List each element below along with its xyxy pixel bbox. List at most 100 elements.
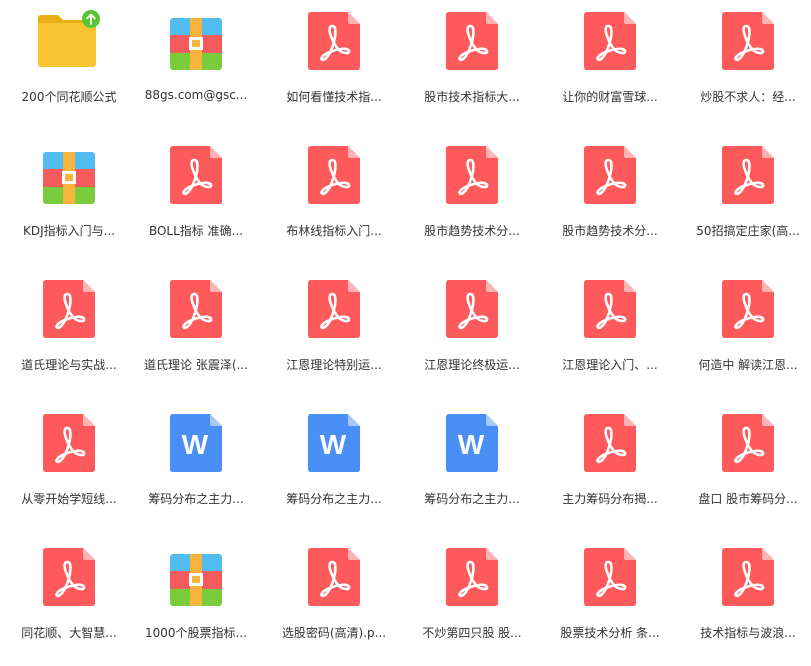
file-item[interactable]: 道氏理论与实战...	[0, 268, 138, 398]
file-item[interactable]: BOLL指标 准确...	[127, 134, 265, 264]
pdf-icon	[403, 280, 541, 338]
file-item[interactable]: 如何看懂技术指...	[265, 0, 403, 130]
zip-icon	[43, 152, 95, 204]
file-item[interactable]: 主力筹码分布揭...	[541, 402, 679, 532]
file-name: 江恩理论特别运...	[286, 358, 382, 372]
pdf-icon	[722, 414, 774, 472]
file-item[interactable]: 何造中 解读江恩...	[679, 268, 811, 398]
file-item[interactable]: 股市趋势技术分...	[403, 134, 541, 264]
file-name: 如何看懂技术指...	[286, 90, 382, 104]
pdf-icon	[170, 280, 222, 338]
pdf-icon	[308, 548, 360, 606]
pdf-icon	[43, 414, 95, 472]
file-item[interactable]: 布林线指标入门...	[265, 134, 403, 264]
file-name: 技术指标与波浪...	[700, 626, 796, 640]
file-item[interactable]: 88gs.com@gsc...	[127, 0, 265, 130]
pdf-icon	[584, 280, 636, 338]
pdf-icon	[679, 280, 811, 338]
pdf-icon	[584, 414, 636, 472]
file-item[interactable]: 从零开始学短线...	[0, 402, 138, 532]
file-item[interactable]: 股票技术分析 条...	[541, 536, 679, 666]
file-name: 盘口 股市筹码分...	[698, 492, 798, 506]
file-name: 88gs.com@gsc...	[144, 88, 248, 102]
pdf-icon	[43, 280, 95, 338]
file-name: 筹码分布之主力...	[148, 492, 244, 506]
file-name: 1000个股票指标...	[145, 626, 247, 640]
svg-text:W: W	[320, 429, 347, 460]
file-item[interactable]: 1000个股票指标...	[127, 536, 265, 666]
pdf-icon	[265, 12, 403, 70]
pdf-icon	[308, 146, 360, 204]
file-item[interactable]: KDJ指标入门与...	[0, 134, 138, 264]
file-item[interactable]: 200个同花顺公式	[0, 0, 138, 130]
file-item[interactable]: 道氏理论 张震泽(...	[127, 268, 265, 398]
pdf-icon	[127, 146, 265, 204]
zip-icon	[0, 152, 138, 210]
pdf-icon	[584, 146, 636, 204]
word-icon: W	[403, 414, 541, 472]
folder-icon	[0, 10, 138, 68]
file-item[interactable]: 不炒第四只股 股...	[403, 536, 541, 666]
zip-icon	[127, 18, 265, 76]
file-name: 股市趋势技术分...	[424, 224, 520, 238]
pdf-icon	[541, 280, 679, 338]
pdf-icon	[0, 414, 138, 472]
file-name: 炒股不求人：经...	[700, 90, 796, 104]
file-item[interactable]: 同花顺、大智慧...	[0, 536, 138, 666]
file-name: 不炒第四只股 股...	[422, 626, 522, 640]
file-name: 主力筹码分布揭...	[562, 492, 658, 506]
file-name: 让你的财富雪球...	[562, 90, 658, 104]
file-item[interactable]: W 筹码分布之主力...	[403, 402, 541, 532]
file-item[interactable]: W 筹码分布之主力...	[127, 402, 265, 532]
file-item[interactable]: 炒股不求人：经...	[679, 0, 811, 130]
pdf-icon	[541, 12, 679, 70]
file-item[interactable]: 江恩理论终极运...	[403, 268, 541, 398]
file-name: 股票技术分析 条...	[560, 626, 660, 640]
pdf-icon	[541, 548, 679, 606]
pdf-icon	[679, 548, 811, 606]
file-name: 道氏理论 张震泽(...	[144, 358, 248, 372]
file-item[interactable]: 江恩理论特别运...	[265, 268, 403, 398]
pdf-icon	[403, 146, 541, 204]
file-name: BOLL指标 准确...	[148, 224, 244, 238]
pdf-icon	[170, 146, 222, 204]
pdf-icon	[541, 414, 679, 472]
file-name: 股市技术指标大...	[424, 90, 520, 104]
zip-icon	[127, 554, 265, 612]
file-name: 筹码分布之主力...	[286, 492, 382, 506]
file-item[interactable]: 江恩理论入门、...	[541, 268, 679, 398]
file-name: 江恩理论入门、...	[562, 358, 658, 372]
pdf-icon	[308, 280, 360, 338]
file-item[interactable]: 选股密码(高清).p...	[265, 536, 403, 666]
svg-text:W: W	[458, 429, 485, 460]
file-item[interactable]: 股市技术指标大...	[403, 0, 541, 130]
zip-icon	[170, 18, 222, 70]
file-name: 同花顺、大智慧...	[21, 626, 117, 640]
pdf-icon	[722, 548, 774, 606]
pdf-icon	[43, 548, 95, 606]
word-icon: W	[308, 414, 360, 472]
file-item[interactable]: 盘口 股市筹码分...	[679, 402, 811, 532]
pdf-icon	[446, 280, 498, 338]
file-name: 道氏理论与实战...	[21, 358, 117, 372]
pdf-icon	[584, 548, 636, 606]
file-item[interactable]: 50招搞定庄家(高...	[679, 134, 811, 264]
file-item[interactable]: 让你的财富雪球...	[541, 0, 679, 130]
file-item[interactable]: W 筹码分布之主力...	[265, 402, 403, 532]
pdf-icon	[446, 12, 498, 70]
file-name: 从零开始学短线...	[21, 492, 117, 506]
file-name: 何造中 解读江恩...	[698, 358, 798, 372]
pdf-icon	[446, 548, 498, 606]
pdf-icon	[541, 146, 679, 204]
file-item[interactable]: 技术指标与波浪...	[679, 536, 811, 666]
file-name: KDJ指标入门与...	[22, 224, 116, 238]
file-name: 布林线指标入门...	[286, 224, 382, 238]
file-name: 筹码分布之主力...	[424, 492, 520, 506]
file-item[interactable]: 股市趋势技术分...	[541, 134, 679, 264]
word-icon: W	[170, 414, 222, 472]
word-icon: W	[446, 414, 498, 472]
pdf-icon	[265, 548, 403, 606]
pdf-icon	[679, 146, 811, 204]
pdf-icon	[265, 146, 403, 204]
pdf-icon	[722, 146, 774, 204]
